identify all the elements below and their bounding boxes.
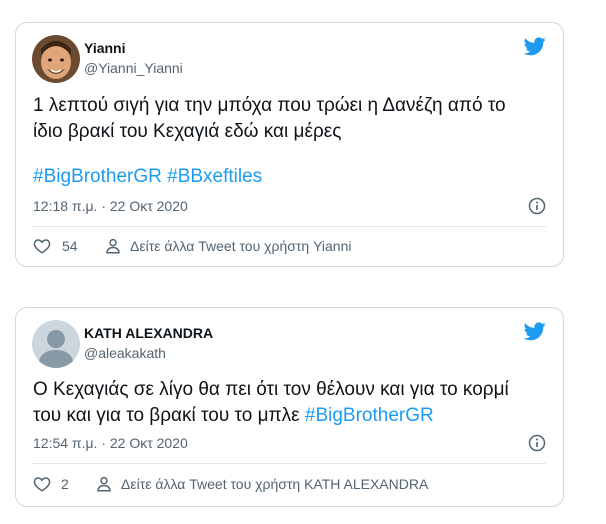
user-handle[interactable]: @aleakakath: [84, 345, 166, 361]
tweet-card[interactable]: KATH ALEXANDRA @aleakakath Ο Κεχαγιάς σε…: [15, 307, 564, 507]
info-icon[interactable]: [528, 434, 546, 452]
hashtag-link[interactable]: #BigBrotherGR: [33, 166, 162, 187]
avatar[interactable]: [32, 35, 80, 83]
like-count[interactable]: 2: [61, 476, 69, 492]
more-tweets-link[interactable]: Δείτε άλλα Tweet του χρήστη Yianni: [130, 238, 351, 254]
more-tweets-link[interactable]: Δείτε άλλα Tweet του χρήστη KATH ALEXAND…: [121, 476, 428, 492]
avatar[interactable]: [32, 320, 80, 368]
tweet-text-line: 1 λεπτού σιγή για την μπόχα που τρώει η …: [33, 95, 506, 116]
tweet-text-line: ίδιο βρακί του Κεχαγιά εδώ και μέρες: [33, 121, 342, 142]
tweet-card[interactable]: Yianni @Yianni_Yianni 1 λεπτού σιγή για …: [15, 22, 564, 267]
info-icon[interactable]: [528, 197, 546, 215]
hashtag-row: #BigBrotherGR #BBxeftiles: [33, 164, 262, 190]
display-name[interactable]: KATH ALEXANDRA: [84, 325, 213, 341]
divider: [33, 226, 546, 227]
heart-icon[interactable]: [33, 475, 51, 493]
twitter-bird-icon[interactable]: [524, 322, 546, 341]
timestamp[interactable]: 12:54 π.μ. · 22 Οκτ 2020: [33, 435, 188, 451]
divider: [33, 463, 546, 464]
user-handle[interactable]: @Yianni_Yianni: [84, 60, 183, 76]
timestamp[interactable]: 12:18 π.μ. · 22 Οκτ 2020: [33, 198, 188, 214]
person-icon[interactable]: [95, 475, 113, 493]
heart-icon[interactable]: [33, 237, 51, 255]
hashtag-link[interactable]: #BBxeftiles: [167, 166, 262, 187]
tweet-text-fragment: του και για το βρακί του το μπλε: [33, 405, 300, 426]
twitter-bird-icon[interactable]: [524, 37, 546, 56]
display-name[interactable]: Yianni: [84, 40, 126, 56]
person-icon[interactable]: [104, 237, 122, 255]
avatar-photo: [32, 35, 80, 83]
tweet-text-line-with-hashtag: του και για το βρακί του το μπλε #BigBro…: [33, 403, 434, 429]
tweet-text-line: Ο Κεχαγιάς σε λίγο θα πει ότι τον θέλουν…: [33, 379, 509, 400]
hashtag-link[interactable]: #BigBrotherGR: [305, 405, 434, 426]
like-count[interactable]: 54: [62, 238, 78, 254]
default-avatar: [32, 320, 80, 368]
